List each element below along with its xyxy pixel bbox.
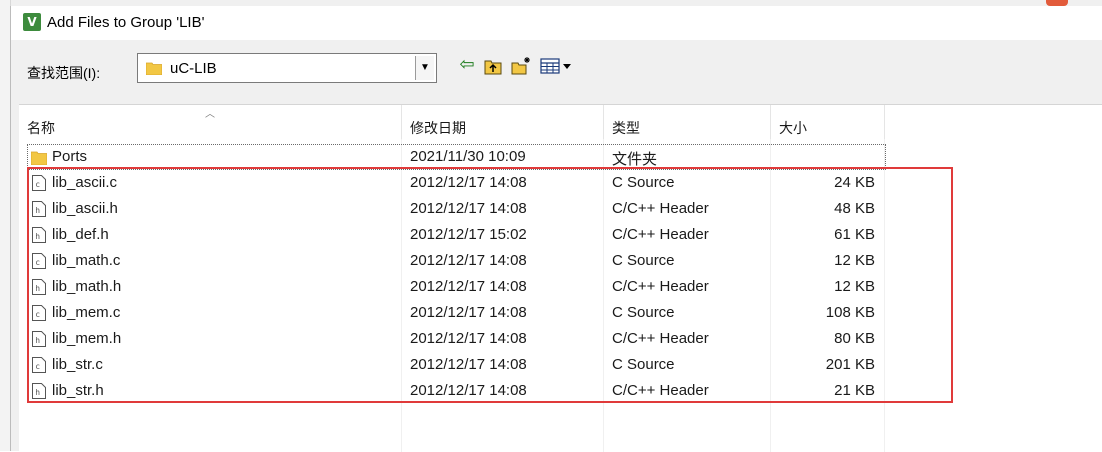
svg-text:h: h (35, 388, 40, 397)
file-type: C Source (612, 174, 675, 191)
file-date: 2012/12/17 14:08 (410, 356, 527, 373)
file-date: 2012/12/17 14:08 (410, 252, 527, 269)
folder-icon (31, 151, 47, 165)
file-size: 12 KB (834, 252, 875, 269)
list-item[interactable]: h lib_str.h 2012/12/17 14:08 C/C++ Heade… (19, 378, 1102, 404)
file-name: Ports (52, 148, 88, 165)
file-size: 24 KB (834, 174, 875, 191)
column-header-size[interactable]: 大小 (779, 118, 807, 138)
file-name: lib_mem.c (52, 304, 121, 321)
header-divider[interactable] (770, 105, 771, 139)
look-in-value: uC-LIB (170, 60, 217, 77)
file-date: 2012/12/17 14:08 (410, 200, 527, 217)
svg-text:h: h (35, 232, 40, 241)
file-type: C/C++ Header (612, 200, 709, 217)
keil-uvision-icon: V (23, 13, 41, 31)
h-file-icon: h (32, 383, 46, 399)
svg-text:h: h (35, 206, 40, 215)
svg-text:h: h (35, 336, 40, 345)
file-type: C/C++ Header (612, 278, 709, 295)
file-type: C Source (612, 304, 675, 321)
h-file-icon: h (32, 279, 46, 295)
file-name: lib_mem.h (52, 330, 122, 347)
file-size: 21 KB (834, 382, 875, 399)
c-file-icon: c (32, 357, 46, 373)
file-size: 201 KB (825, 356, 875, 373)
h-file-icon: h (32, 331, 46, 347)
look-in-label: 查找范围(I): (27, 65, 101, 81)
file-list[interactable]: ︿ 名称 修改日期 类型 大小 Ports 2021/11/30 10:09 文… (19, 104, 1102, 452)
file-name: lib_ascii.c (52, 174, 118, 191)
list-item[interactable]: c lib_mem.c 2012/12/17 14:08 C Source 10… (19, 300, 1102, 326)
svg-text:c: c (35, 258, 40, 267)
file-size: 48 KB (834, 200, 875, 217)
h-file-icon: h (32, 201, 46, 217)
add-files-dialog: V Add Files to Group 'LIB' 查找范围(I): uC-L… (10, 6, 1102, 452)
file-type: C/C++ Header (612, 226, 709, 243)
file-type: C Source (612, 356, 675, 373)
new-folder-icon[interactable] (511, 56, 531, 76)
file-name: lib_ascii.h (52, 200, 118, 217)
column-header-name[interactable]: 名称 (27, 118, 55, 138)
svg-text:h: h (35, 284, 40, 293)
file-size: 12 KB (834, 278, 875, 295)
h-file-icon: h (32, 227, 46, 243)
dialog-title: Add Files to Group 'LIB' (47, 14, 205, 31)
list-item[interactable]: c lib_math.c 2012/12/17 14:08 C Source 1… (19, 248, 1102, 274)
file-type: C Source (612, 252, 675, 269)
column-header-row: ︿ 名称 修改日期 类型 大小 (19, 105, 1102, 139)
column-header-date[interactable]: 修改日期 (410, 118, 466, 138)
file-type: C/C++ Header (612, 382, 709, 399)
folder-icon (146, 62, 162, 75)
list-item[interactable]: h lib_ascii.h 2012/12/17 14:08 C/C++ Hea… (19, 196, 1102, 222)
look-in-dropdown[interactable]: uC-LIB ▼ (137, 53, 437, 83)
view-menu-icon[interactable] (540, 56, 574, 76)
file-date: 2012/12/17 14:08 (410, 382, 527, 399)
sort-ascending-icon: ︿ (205, 109, 215, 120)
svg-text:c: c (35, 180, 40, 189)
file-size: 108 KB (825, 304, 875, 321)
c-file-icon: c (32, 253, 46, 269)
column-header-type[interactable]: 类型 (612, 118, 640, 138)
file-type: C/C++ Header (612, 330, 709, 347)
dropdown-arrow-icon[interactable]: ▼ (415, 56, 434, 80)
list-item[interactable]: c lib_ascii.c 2012/12/17 14:08 C Source … (19, 170, 1102, 196)
title-bar: V Add Files to Group 'LIB' (11, 6, 1102, 40)
file-date: 2012/12/17 14:08 (410, 278, 527, 295)
c-file-icon: c (32, 175, 46, 191)
back-arrow-icon[interactable]: ⇦ (458, 56, 476, 76)
header-divider[interactable] (884, 105, 885, 139)
list-item[interactable]: h lib_mem.h 2012/12/17 14:08 C/C++ Heade… (19, 326, 1102, 352)
svg-text:c: c (35, 310, 40, 319)
file-size: 61 KB (834, 226, 875, 243)
file-date: 2012/12/17 14:08 (410, 304, 527, 321)
file-date: 2012/12/17 14:08 (410, 174, 527, 191)
header-divider[interactable] (603, 105, 604, 139)
file-date: 2021/11/30 10:09 (410, 148, 526, 165)
file-name: lib_str.h (52, 382, 104, 399)
c-file-icon: c (32, 305, 46, 321)
file-date: 2012/12/17 15:02 (410, 226, 527, 243)
list-item[interactable]: c lib_str.c 2012/12/17 14:08 C Source 20… (19, 352, 1102, 378)
list-item[interactable]: Ports 2021/11/30 10:09 文件夹 (19, 144, 1102, 170)
file-name: lib_math.h (52, 278, 122, 295)
list-item[interactable]: h lib_math.h 2012/12/17 14:08 C/C++ Head… (19, 274, 1102, 300)
file-name: lib_math.c (52, 252, 121, 269)
file-name: lib_str.c (52, 356, 103, 373)
up-folder-icon[interactable] (483, 56, 503, 76)
file-size: 80 KB (834, 330, 875, 347)
header-divider[interactable] (401, 105, 402, 139)
list-item[interactable]: h lib_def.h 2012/12/17 15:02 C/C++ Heade… (19, 222, 1102, 248)
svg-text:c: c (35, 362, 40, 371)
file-date: 2012/12/17 14:08 (410, 330, 527, 347)
file-type: 文件夹 (612, 151, 658, 168)
file-name: lib_def.h (52, 226, 109, 243)
